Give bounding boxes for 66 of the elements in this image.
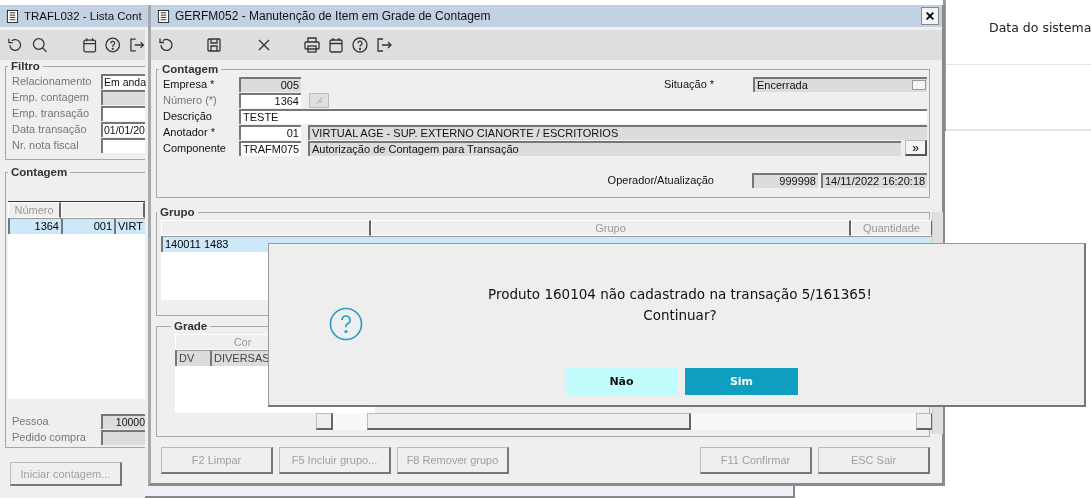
field-label: Situação * [664, 78, 716, 90]
input-field[interactable] [101, 105, 145, 121]
table-cell: DV [175, 350, 210, 366]
dialog-message: Produto 160104 não cadastrado na transação 5/161365! Continuar? [488, 285, 872, 325]
save-icon[interactable] [205, 36, 223, 54]
field-label: Data transação [12, 123, 88, 135]
input-field[interactable]: 999998 [752, 172, 818, 188]
window-title: TRAFL032 - Lista Cont [24, 10, 142, 22]
group-title: Filtro [10, 60, 41, 72]
exit-icon[interactable] [127, 36, 146, 54]
more-button[interactable]: » [905, 140, 927, 156]
input-field[interactable] [101, 89, 145, 105]
input-field[interactable]: 14/11/2022 16:20:18 [821, 172, 927, 188]
table-cell: VIRT [114, 218, 145, 234]
table-cell: 1364 [8, 218, 61, 234]
field-label: Nr. nota fiscal [12, 139, 80, 151]
field-label: Emp. contagem [12, 91, 91, 103]
group-title: Grade [173, 320, 209, 332]
calendar-icon[interactable] [327, 36, 345, 54]
group-title: Contagem [161, 63, 220, 75]
input-field[interactable]: TESTE [239, 108, 927, 124]
close-icon[interactable] [925, 11, 935, 21]
scrollbar[interactable] [316, 413, 933, 430]
exit-icon[interactable] [375, 36, 393, 54]
close-button[interactable] [921, 7, 939, 25]
field-label: Componente [163, 142, 227, 154]
input-field[interactable]: 01 [239, 124, 301, 140]
field-label: Pessoa [12, 415, 50, 427]
field-label: Descrição [163, 110, 213, 122]
search-icon[interactable] [31, 36, 49, 54]
calendar-icon[interactable] [80, 36, 99, 54]
field-label: Emp. transação [12, 107, 91, 119]
input-field[interactable] [101, 137, 145, 153]
help-icon[interactable] [104, 36, 122, 54]
input-field[interactable]: Em anda [101, 73, 145, 89]
dialog-button[interactable]: Não [565, 368, 678, 395]
scroll-left-button[interactable] [316, 413, 333, 430]
undo-icon[interactable] [157, 36, 175, 54]
printer-icon[interactable] [303, 36, 321, 54]
input-field[interactable]: Autorização de Contagem para Transação [308, 140, 901, 156]
input-field[interactable]: VIRTUAL AGE - SUP. EXTERNO CIANORTE / ESCRITORIOS [308, 124, 927, 140]
input-field[interactable]: 01/01/20 [101, 121, 145, 137]
document-icon [6, 8, 19, 24]
input-field[interactable]: TRAFM075 [239, 140, 301, 156]
column-header[interactable] [61, 202, 145, 218]
field-label: Data do sistema [989, 20, 1091, 37]
question-icon [329, 307, 363, 341]
field-label: Empresa * [163, 78, 216, 90]
help-icon[interactable] [351, 36, 369, 54]
field-label: Anotador * [163, 126, 216, 138]
document-icon [157, 8, 170, 24]
input-field[interactable]: 10000 [101, 413, 145, 429]
window-title: GERFM052 - Manutenção de Item em Grade de Contagem [175, 9, 491, 23]
field-label: Operador/Atualização [607, 174, 714, 186]
field-label: Pedido compra [12, 431, 87, 443]
table-cell: 001 [61, 218, 114, 234]
group-title: Grupo [159, 206, 196, 218]
input-field[interactable]: 005 [239, 76, 301, 92]
field-label: Relacionamento [12, 75, 93, 87]
undo-icon[interactable] [6, 36, 24, 54]
field-label: Número (*) [163, 94, 218, 106]
dropdown[interactable]: Encerrada [753, 76, 927, 92]
scroll-thumb[interactable] [367, 413, 691, 430]
group-title: Contagem [10, 166, 69, 178]
table-row[interactable]: 1364 001 VIRT [8, 218, 145, 234]
input-field[interactable] [101, 429, 145, 445]
